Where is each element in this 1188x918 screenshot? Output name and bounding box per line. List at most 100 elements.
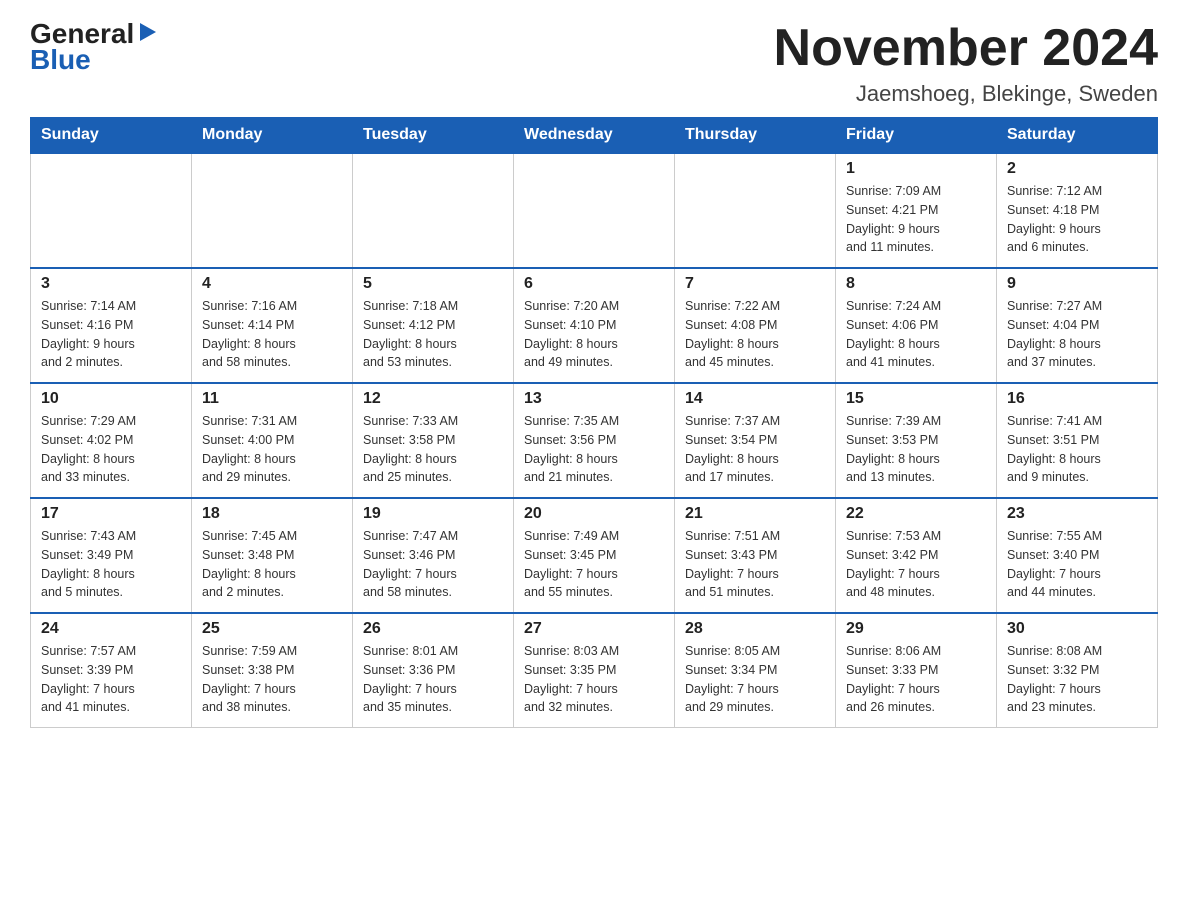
calendar-cell: 18 Sunrise: 7:45 AMSunset: 3:48 PMDayligh… [192, 498, 353, 613]
calendar-cell: 6 Sunrise: 7:20 AMSunset: 4:10 PMDaylight… [514, 268, 675, 383]
calendar-cell: 22 Sunrise: 7:53 AMSunset: 3:42 PMDayligh… [836, 498, 997, 613]
day-info: Sunrise: 7:18 AMSunset: 4:12 PMDaylight:… [363, 297, 503, 372]
day-info: Sunrise: 7:39 AMSunset: 3:53 PMDaylight:… [846, 412, 986, 487]
day-info: Sunrise: 7:43 AMSunset: 3:49 PMDaylight:… [41, 527, 181, 602]
logo: General Blue [30, 20, 158, 76]
day-number: 9 [1007, 275, 1147, 293]
day-info: Sunrise: 7:16 AMSunset: 4:14 PMDaylight:… [202, 297, 342, 372]
day-info: Sunrise: 7:49 AMSunset: 3:45 PMDaylight:… [524, 527, 664, 602]
calendar-cell: 16Sunrise: 7:41 AMSunset: 3:51 PMDayligh… [997, 383, 1158, 498]
day-number: 14 [685, 390, 825, 408]
day-number: 18 [202, 505, 342, 523]
day-info: Sunrise: 7:09 AMSunset: 4:21 PMDaylight:… [846, 182, 986, 257]
day-info: Sunrise: 7:47 AMSunset: 3:46 PMDaylight:… [363, 527, 503, 602]
day-number: 27 [524, 620, 664, 638]
day-number: 23 [1007, 505, 1147, 523]
calendar-cell: 5 Sunrise: 7:18 AMSunset: 4:12 PMDaylight… [353, 268, 514, 383]
calendar-cell: 17 Sunrise: 7:43 AMSunset: 3:49 PMDayligh… [31, 498, 192, 613]
day-number: 25 [202, 620, 342, 638]
week-row-4: 24 Sunrise: 7:57 AMSunset: 3:39 PMDayligh… [31, 613, 1158, 728]
day-info: Sunrise: 7:27 AMSunset: 4:04 PMDaylight:… [1007, 297, 1147, 372]
day-number: 15 [846, 390, 986, 408]
day-number: 7 [685, 275, 825, 293]
day-info: Sunrise: 7:51 AMSunset: 3:43 PMDaylight:… [685, 527, 825, 602]
day-number: 5 [363, 275, 503, 293]
calendar-cell: 19Sunrise: 7:47 AMSunset: 3:46 PMDayligh… [353, 498, 514, 613]
calendar-cell: 9 Sunrise: 7:27 AMSunset: 4:04 PMDaylight… [997, 268, 1158, 383]
day-info: Sunrise: 7:55 AMSunset: 3:40 PMDaylight:… [1007, 527, 1147, 602]
day-number: 29 [846, 620, 986, 638]
calendar-cell: 27 Sunrise: 8:03 AMSunset: 3:35 PMDayligh… [514, 613, 675, 728]
calendar-cell: 15 Sunrise: 7:39 AMSunset: 3:53 PMDayligh… [836, 383, 997, 498]
calendar-cell: 23 Sunrise: 7:55 AMSunset: 3:40 PMDayligh… [997, 498, 1158, 613]
calendar-cell [192, 153, 353, 268]
day-number: 2 [1007, 160, 1147, 178]
day-info: Sunrise: 7:33 AMSunset: 3:58 PMDaylight:… [363, 412, 503, 487]
day-number: 10 [41, 390, 181, 408]
calendar-cell: 28Sunrise: 8:05 AMSunset: 3:34 PMDayligh… [675, 613, 836, 728]
day-number: 11 [202, 390, 342, 408]
day-number: 26 [363, 620, 503, 638]
day-info: Sunrise: 7:22 AMSunset: 4:08 PMDaylight:… [685, 297, 825, 372]
calendar-cell: 8Sunrise: 7:24 AMSunset: 4:06 PMDaylight… [836, 268, 997, 383]
calendar-cell: 30 Sunrise: 8:08 AMSunset: 3:32 PMDayligh… [997, 613, 1158, 728]
day-info: Sunrise: 7:57 AMSunset: 3:39 PMDaylight:… [41, 642, 181, 717]
calendar-header-row: SundayMondayTuesdayWednesdayThursdayFrid… [31, 118, 1158, 154]
day-number: 3 [41, 275, 181, 293]
calendar-cell: 7 Sunrise: 7:22 AMSunset: 4:08 PMDaylight… [675, 268, 836, 383]
week-row-2: 10 Sunrise: 7:29 AMSunset: 4:02 PMDayligh… [31, 383, 1158, 498]
calendar-cell: 25 Sunrise: 7:59 AMSunset: 3:38 PMDayligh… [192, 613, 353, 728]
page-header: General Blue November 2024 Jaemshoeg, Bl… [30, 20, 1158, 107]
title-block: November 2024 Jaemshoeg, Blekinge, Swede… [774, 20, 1158, 107]
week-row-0: 1 Sunrise: 7:09 AMSunset: 4:21 PMDaylight… [31, 153, 1158, 268]
day-info: Sunrise: 8:01 AMSunset: 3:36 PMDaylight:… [363, 642, 503, 717]
day-info: Sunrise: 7:53 AMSunset: 3:42 PMDaylight:… [846, 527, 986, 602]
day-info: Sunrise: 8:03 AMSunset: 3:35 PMDaylight:… [524, 642, 664, 717]
day-info: Sunrise: 7:20 AMSunset: 4:10 PMDaylight:… [524, 297, 664, 372]
day-info: Sunrise: 7:37 AMSunset: 3:54 PMDaylight:… [685, 412, 825, 487]
day-info: Sunrise: 7:31 AMSunset: 4:00 PMDaylight:… [202, 412, 342, 487]
day-number: 1 [846, 160, 986, 178]
calendar-cell [353, 153, 514, 268]
header-saturday: Saturday [997, 118, 1158, 154]
day-number: 17 [41, 505, 181, 523]
calendar-cell: 26 Sunrise: 8:01 AMSunset: 3:36 PMDayligh… [353, 613, 514, 728]
calendar-cell: 1 Sunrise: 7:09 AMSunset: 4:21 PMDaylight… [836, 153, 997, 268]
header-sunday: Sunday [31, 118, 192, 154]
day-info: Sunrise: 8:06 AMSunset: 3:33 PMDaylight:… [846, 642, 986, 717]
calendar-cell: 24 Sunrise: 7:57 AMSunset: 3:39 PMDayligh… [31, 613, 192, 728]
logo-blue: Blue [30, 44, 91, 76]
header-monday: Monday [192, 118, 353, 154]
day-info: Sunrise: 8:08 AMSunset: 3:32 PMDaylight:… [1007, 642, 1147, 717]
day-number: 4 [202, 275, 342, 293]
day-info: Sunrise: 7:12 AMSunset: 4:18 PMDaylight:… [1007, 182, 1147, 257]
header-wednesday: Wednesday [514, 118, 675, 154]
calendar-cell [31, 153, 192, 268]
day-number: 6 [524, 275, 664, 293]
calendar-cell: 12 Sunrise: 7:33 AMSunset: 3:58 PMDayligh… [353, 383, 514, 498]
day-number: 30 [1007, 620, 1147, 638]
day-info: Sunrise: 7:59 AMSunset: 3:38 PMDaylight:… [202, 642, 342, 717]
calendar-cell: 21 Sunrise: 7:51 AMSunset: 3:43 PMDayligh… [675, 498, 836, 613]
day-info: Sunrise: 7:29 AMSunset: 4:02 PMDaylight:… [41, 412, 181, 487]
day-info: Sunrise: 7:35 AMSunset: 3:56 PMDaylight:… [524, 412, 664, 487]
calendar-cell: 13 Sunrise: 7:35 AMSunset: 3:56 PMDayligh… [514, 383, 675, 498]
day-number: 22 [846, 505, 986, 523]
day-info: Sunrise: 7:24 AMSunset: 4:06 PMDaylight:… [846, 297, 986, 372]
day-number: 20 [524, 505, 664, 523]
calendar-cell: 14 Sunrise: 7:37 AMSunset: 3:54 PMDayligh… [675, 383, 836, 498]
calendar-cell: 29 Sunrise: 8:06 AMSunset: 3:33 PMDayligh… [836, 613, 997, 728]
day-info: Sunrise: 7:45 AMSunset: 3:48 PMDaylight:… [202, 527, 342, 602]
logo-triangle-icon [136, 21, 158, 43]
day-info: Sunrise: 7:41 AMSunset: 3:51 PMDaylight:… [1007, 412, 1147, 487]
calendar-cell: 11 Sunrise: 7:31 AMSunset: 4:00 PMDayligh… [192, 383, 353, 498]
day-number: 12 [363, 390, 503, 408]
day-number: 21 [685, 505, 825, 523]
header-thursday: Thursday [675, 118, 836, 154]
header-tuesday: Tuesday [353, 118, 514, 154]
week-row-3: 17 Sunrise: 7:43 AMSunset: 3:49 PMDayligh… [31, 498, 1158, 613]
day-number: 13 [524, 390, 664, 408]
day-number: 24 [41, 620, 181, 638]
day-info: Sunrise: 7:14 AMSunset: 4:16 PMDaylight:… [41, 297, 181, 372]
calendar-cell: 3 Sunrise: 7:14 AMSunset: 4:16 PMDaylight… [31, 268, 192, 383]
